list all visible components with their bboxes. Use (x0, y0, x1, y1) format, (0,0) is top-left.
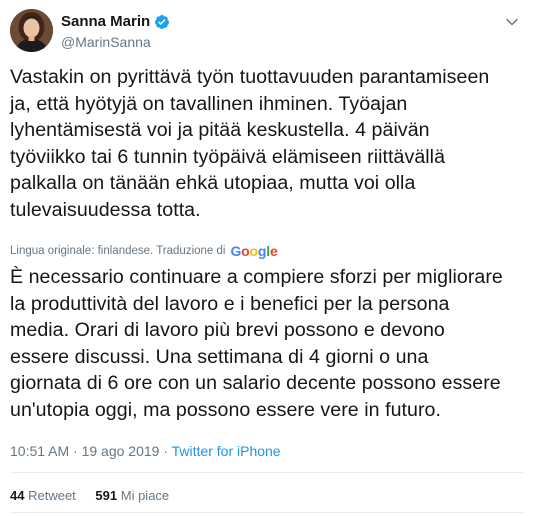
text-line: È necessario continuare a compiere sforz… (10, 266, 503, 288)
divider (10, 512, 523, 513)
text-line: la produttività del lavoro e i benefici … (10, 292, 450, 315)
text-line: essere discussi. Una settimana di 4 gior… (10, 345, 429, 368)
translation-attribution: Lingua originale: finlandese. Traduzione… (10, 242, 278, 260)
verified-badge-icon (154, 14, 170, 30)
text-line: Vastakin on pyrittävä työn tuottavuuden … (10, 66, 490, 88)
likes-stat[interactable]: 591 Mi piace (95, 487, 169, 505)
tweet-metadata: 10:51 AM · 19 ago 2019 · Twitter for iPh… (10, 442, 281, 460)
text-line: media. Orari di lavoro più brevi possono… (10, 319, 445, 341)
likes-label: Mi piace (120, 488, 170, 503)
tweet-card: Sanna Marin @MarinSanna Vastakin on pyri… (0, 0, 533, 516)
text-line: työviikko tai 6 tunnin työpäivä elämisee… (10, 145, 446, 168)
author-names: Sanna Marin @MarinSanna (61, 13, 170, 51)
tweet-header: Sanna Marin @MarinSanna (10, 9, 523, 55)
google-logo[interactable]: Google (230, 243, 277, 259)
text-line: palkalla on tänään ehkä utopiaa, mutta v… (10, 172, 416, 194)
retweets-stat[interactable]: 44 Retweet (10, 487, 76, 505)
avatar[interactable] (10, 9, 53, 52)
display-name-row: Sanna Marin (61, 13, 170, 31)
timestamp-link[interactable]: 10:51 AM · 19 ago 2019 (10, 443, 159, 459)
separator: · (159, 443, 172, 459)
translation-meta-text: Lingua originale: finlandese. Traduzione… (10, 245, 226, 257)
likes-count: 591 (95, 488, 118, 503)
chevron-down-icon[interactable] (505, 15, 519, 29)
retweets-count: 44 (10, 488, 25, 503)
tweet-translated-text: È necessario continuare a compiere sforz… (10, 264, 525, 423)
text-line: tulevaisuudessa totta. (10, 198, 201, 221)
tweet-stats: 44 Retweet 591 Mi piace (10, 487, 169, 505)
retweets-label: Retweet (28, 488, 76, 503)
text-line: un'utopia oggi, ma possono essere vere i… (10, 398, 441, 421)
divider (10, 472, 523, 473)
text-line: lyhentämisestä voi ja pitää keskustella.… (10, 119, 430, 141)
display-name[interactable]: Sanna Marin (61, 13, 150, 31)
text-line: ja, että hyötyjä on tavallinen ihminen. … (10, 92, 408, 115)
user-handle[interactable]: @MarinSanna (61, 33, 170, 51)
tweet-original-text: Vastakin on pyrittävä työn tuottavuuden … (10, 64, 525, 223)
text-line: giornata di 6 ore con un salario decente… (10, 372, 501, 394)
source-link[interactable]: Twitter for iPhone (172, 443, 281, 459)
